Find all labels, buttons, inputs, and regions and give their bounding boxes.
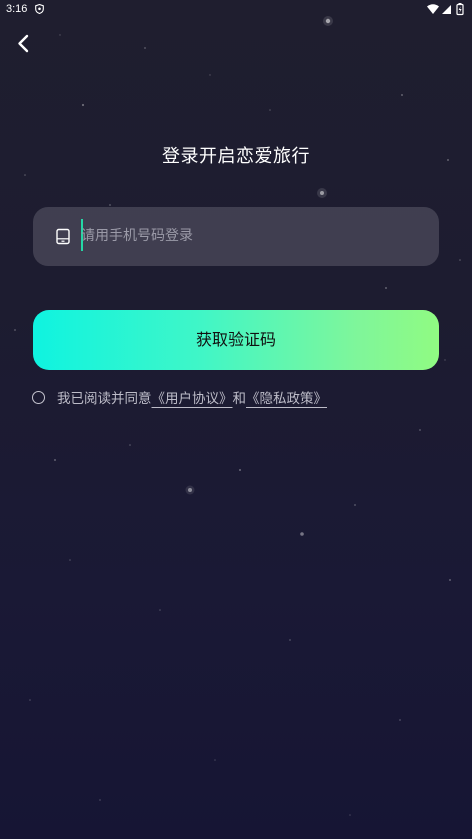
status-time: 3:16 — [6, 3, 28, 15]
page-title: 登录开启恋爱旅行 — [162, 146, 310, 167]
status-bar: 3:16 — [0, 0, 472, 20]
starfield-background — [14, 16, 461, 816]
agreement-row: 我已阅读并同意 《用户协议》 和 《隐私政策》 — [32, 386, 327, 408]
agreement-checkbox[interactable] — [32, 390, 45, 404]
phone-field[interactable] — [33, 207, 439, 266]
agreement-prefix: 我已阅读并同意 — [57, 391, 152, 407]
status-indicators — [426, 3, 466, 16]
wifi-icon — [427, 4, 439, 14]
phone-input[interactable] — [81, 221, 421, 251]
signal-icon — [442, 5, 451, 14]
back-button[interactable] — [10, 30, 38, 58]
get-code-button[interactable]: 获取验证码 — [33, 310, 439, 370]
chevron-left-icon — [18, 34, 29, 53]
shield-icon — [35, 4, 44, 14]
phone-icon — [56, 228, 70, 245]
battery-icon — [456, 3, 464, 16]
user-agreement-link[interactable]: 《用户协议》 — [152, 387, 233, 407]
login-screen: 3:16 登录开启恋爱旅行 请用手机号码登录 获取验证码 我已阅读并同意 《用户… — [0, 0, 472, 839]
privacy-policy-link[interactable]: 《隐私政策》 — [246, 387, 327, 407]
agreement-conjunction: 和 — [232, 391, 247, 407]
